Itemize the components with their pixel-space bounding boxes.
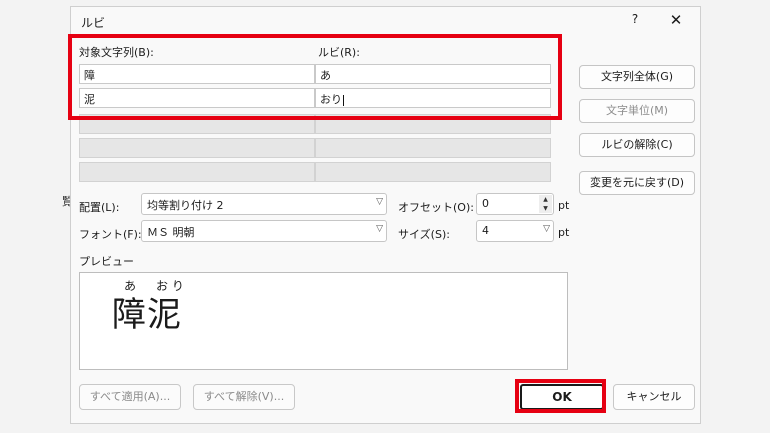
preview-base-text: 障泥 bbox=[112, 295, 182, 335]
size-select[interactable]: 4 ▽ bbox=[476, 220, 554, 242]
spin-up-icon[interactable]: ▲ bbox=[539, 195, 552, 204]
remove-all-button[interactable]: すべて解除(V)... bbox=[193, 384, 295, 410]
dialog-title: ルビ bbox=[81, 16, 106, 30]
highlight-box-ok bbox=[515, 379, 606, 413]
whole-string-button[interactable]: 文字列全体(G) bbox=[579, 65, 695, 89]
ruby-cell-4[interactable] bbox=[315, 138, 551, 158]
size-label: サイズ(S): bbox=[398, 228, 450, 241]
font-value: ＭＳ 明朝 bbox=[147, 226, 195, 239]
apply-all-button[interactable]: すべて適用(A)... bbox=[79, 384, 181, 410]
offset-value: 0 bbox=[482, 197, 489, 210]
size-value: 4 bbox=[482, 224, 489, 237]
help-button[interactable]: ? bbox=[625, 12, 645, 30]
highlight-box-table bbox=[68, 34, 562, 120]
close-button[interactable]: ✕ bbox=[664, 11, 688, 31]
alignment-label: 配置(L): bbox=[79, 201, 120, 214]
offset-unit: pt bbox=[558, 199, 570, 212]
offset-stepper[interactable]: 0 ▲ ▼ bbox=[476, 193, 554, 215]
chevron-down-icon: ▽ bbox=[543, 224, 550, 234]
base-cell-4[interactable] bbox=[79, 138, 315, 158]
chevron-down-icon: ▽ bbox=[376, 197, 383, 207]
font-select[interactable]: ＭＳ 明朝 ▽ bbox=[141, 220, 387, 242]
alignment-value: 均等割り付け 2 bbox=[147, 199, 224, 212]
preview-label: プレビュー bbox=[79, 255, 134, 268]
spin-down-icon[interactable]: ▼ bbox=[539, 204, 552, 213]
size-unit: pt bbox=[558, 226, 570, 239]
font-label: フォント(F): bbox=[79, 228, 142, 241]
remove-ruby-button[interactable]: ルビの解除(C) bbox=[579, 133, 695, 157]
background-strip-bottom bbox=[0, 424, 770, 433]
background-strip-right bbox=[701, 0, 770, 433]
offset-label: オフセット(O): bbox=[398, 201, 474, 214]
per-character-button[interactable]: 文字単位(M) bbox=[579, 99, 695, 123]
ruby-cell-5[interactable] bbox=[315, 162, 551, 182]
chevron-down-icon: ▽ bbox=[376, 224, 383, 234]
base-cell-5[interactable] bbox=[79, 162, 315, 182]
undo-changes-button[interactable]: 変更を元に戻す(D) bbox=[579, 171, 695, 195]
cancel-button[interactable]: キャンセル bbox=[613, 384, 695, 410]
preview-pane: あ お り 障泥 bbox=[79, 272, 568, 370]
alignment-select[interactable]: 均等割り付け 2 ▽ bbox=[141, 193, 387, 215]
background-strip-left bbox=[0, 0, 70, 433]
